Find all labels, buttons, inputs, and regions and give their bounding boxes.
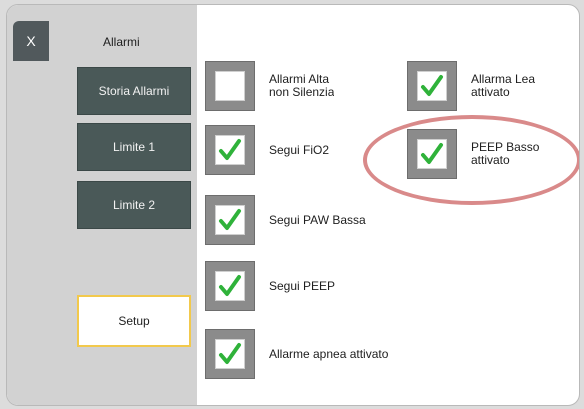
check-icon: [219, 275, 241, 296]
option-segui-fio2[interactable]: Segui FiO2: [205, 125, 329, 175]
setup-button[interactable]: Setup: [77, 295, 191, 347]
option-label: Allarma Lea attivato: [471, 73, 536, 99]
checkbox[interactable]: [205, 195, 255, 245]
option-label: Segui PEEP: [269, 279, 336, 293]
checkbox-box: [215, 339, 245, 369]
storia-allarmi-button[interactable]: Storia Allarmi: [77, 67, 191, 115]
option-label: Allarmi Alta non Silenzia: [269, 73, 335, 99]
page-title: Allarmi: [103, 35, 140, 49]
limite-1-button[interactable]: Limite 1: [77, 123, 191, 171]
checkbox-box: [417, 71, 447, 101]
option-allarmi-alta[interactable]: Allarmi Alta non Silenzia: [205, 61, 334, 111]
checkbox[interactable]: [205, 261, 255, 311]
option-label: Segui PAW Bassa: [269, 213, 366, 227]
left-panel: X Allarmi Storia Allarmi Limite 1 Limite…: [7, 5, 197, 405]
checkbox[interactable]: [205, 61, 255, 111]
option-allarme-apnea[interactable]: Allarme apnea attivato: [205, 329, 388, 379]
highlight-ellipse: [363, 115, 579, 205]
limite-2-button[interactable]: Limite 2: [77, 181, 191, 229]
alarm-settings-window: X Allarmi Storia Allarmi Limite 1 Limite…: [6, 4, 580, 406]
checkbox-box: [215, 71, 245, 101]
check-icon: [219, 343, 241, 364]
close-button[interactable]: X: [13, 21, 49, 61]
check-icon: [219, 139, 241, 160]
option-label: Segui FiO2: [269, 143, 330, 157]
checkbox-box: [215, 205, 245, 235]
option-label: Allarme apnea attivato: [269, 347, 389, 361]
checkbox[interactable]: [205, 125, 255, 175]
checkbox-box: [215, 271, 245, 301]
checkbox[interactable]: [205, 329, 255, 379]
option-segui-peep[interactable]: Segui PEEP: [205, 261, 335, 311]
option-allarma-lea[interactable]: Allarma Lea attivato: [407, 61, 535, 111]
check-icon: [421, 75, 443, 96]
option-segui-paw-bassa[interactable]: Segui PAW Bassa: [205, 195, 366, 245]
check-icon: [219, 209, 241, 230]
checkbox[interactable]: [407, 61, 457, 111]
checkbox-box: [215, 135, 245, 165]
